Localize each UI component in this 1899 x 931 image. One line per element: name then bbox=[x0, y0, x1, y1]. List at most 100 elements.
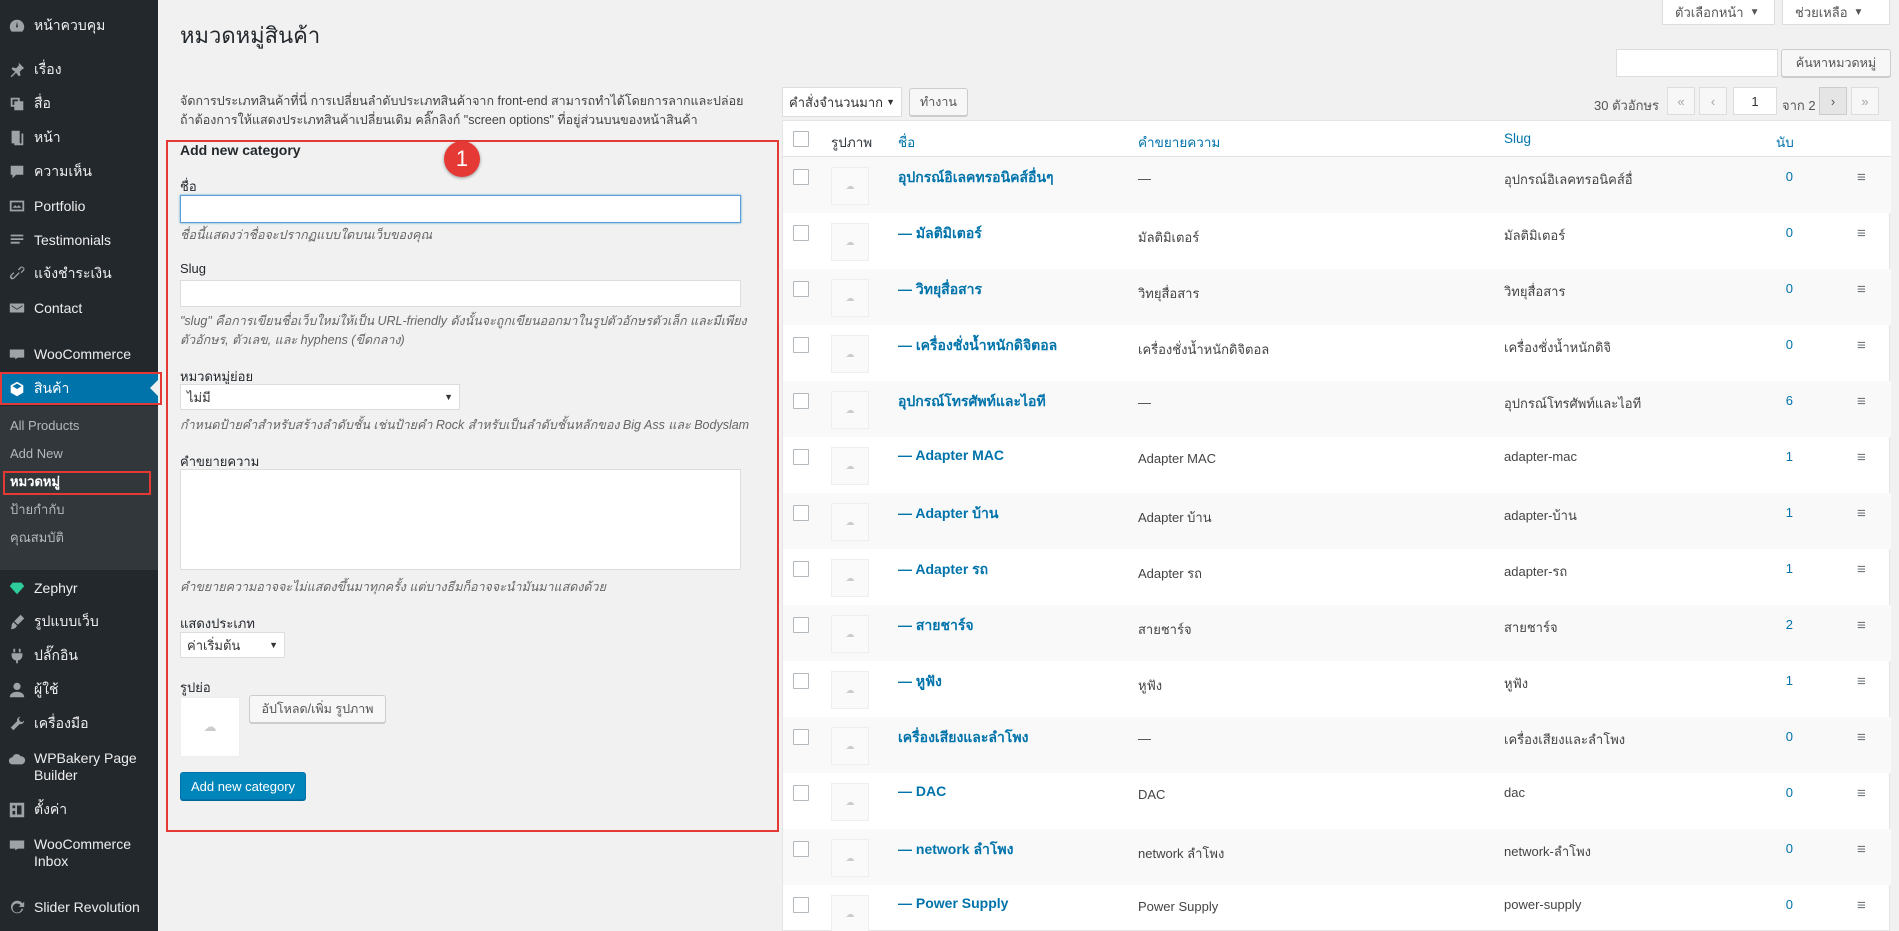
menu-pages[interactable]: หน้า bbox=[0, 123, 158, 153]
column-slug[interactable]: Slug bbox=[1504, 131, 1531, 146]
submenu-tags[interactable]: ป้ายกำกับ bbox=[10, 500, 64, 520]
category-count-link[interactable]: 1 bbox=[1733, 449, 1793, 464]
menu-users[interactable]: ผู้ใช้ bbox=[0, 675, 158, 705]
menu-appearance[interactable]: รูปแบบเว็บ bbox=[0, 607, 158, 637]
apply-button[interactable]: ทำงาน bbox=[909, 88, 968, 116]
description-textarea[interactable] bbox=[180, 469, 741, 570]
menu-plugins[interactable]: ปลั๊กอิน bbox=[0, 641, 158, 671]
category-name-link[interactable]: — DAC bbox=[898, 783, 946, 799]
row-checkbox[interactable] bbox=[793, 169, 809, 185]
row-checkbox[interactable] bbox=[793, 449, 809, 465]
menu-testimonials[interactable]: Testimonials bbox=[0, 225, 158, 255]
name-input[interactable] bbox=[180, 195, 741, 223]
drag-handle-icon[interactable]: ≡ bbox=[1857, 729, 1866, 746]
column-count[interactable]: นับ bbox=[1776, 131, 1794, 153]
screen-options-tab[interactable]: ตัวเลือกหน้า ▼ bbox=[1662, 0, 1775, 25]
drag-handle-icon[interactable]: ≡ bbox=[1857, 673, 1866, 690]
drag-handle-icon[interactable]: ≡ bbox=[1857, 617, 1866, 634]
row-checkbox[interactable] bbox=[793, 897, 809, 913]
category-name-link[interactable]: — Power Supply bbox=[898, 895, 1008, 911]
category-count-link[interactable]: 0 bbox=[1733, 281, 1793, 296]
category-name-link[interactable]: เครื่องเสียงและลำโพง bbox=[898, 727, 1028, 749]
drag-handle-icon[interactable]: ≡ bbox=[1857, 337, 1866, 354]
category-count-link[interactable]: 2 bbox=[1733, 617, 1793, 632]
category-search-input[interactable] bbox=[1616, 49, 1778, 77]
drag-handle-icon[interactable]: ≡ bbox=[1857, 897, 1866, 914]
drag-handle-icon[interactable]: ≡ bbox=[1857, 225, 1866, 242]
search-categories-button[interactable]: ค้นหาหมวดหมู่ bbox=[1781, 49, 1891, 77]
menu-settings[interactable]: ตั้งค่า bbox=[0, 795, 158, 825]
category-count-link[interactable]: 0 bbox=[1733, 729, 1793, 744]
category-count-link[interactable]: 1 bbox=[1733, 673, 1793, 688]
row-checkbox[interactable] bbox=[793, 393, 809, 409]
drag-handle-icon[interactable]: ≡ bbox=[1857, 449, 1866, 466]
drag-handle-icon[interactable]: ≡ bbox=[1857, 785, 1866, 802]
row-checkbox[interactable] bbox=[793, 617, 809, 633]
select-all-checkbox[interactable] bbox=[793, 131, 809, 147]
category-name-link[interactable]: — network ลำโพง bbox=[898, 839, 1013, 861]
menu-woocommerce[interactable]: WooCommerce bbox=[0, 339, 158, 369]
menu-slider-revolution[interactable]: Slider Revolution bbox=[0, 892, 158, 922]
menu-tools[interactable]: เครื่องมือ bbox=[0, 709, 158, 739]
drag-handle-icon[interactable]: ≡ bbox=[1857, 169, 1866, 186]
drag-handle-icon[interactable]: ≡ bbox=[1857, 393, 1866, 410]
add-new-category-button[interactable]: Add new category bbox=[180, 772, 306, 800]
category-name-link[interactable]: อุปกรณ์โทรศัพท์และไอที bbox=[898, 391, 1046, 413]
menu-woocommerce-inbox[interactable]: WooCommerce Inbox bbox=[0, 833, 158, 873]
submenu-categories[interactable]: หมวดหมู่ bbox=[10, 472, 60, 492]
category-count-link[interactable]: 0 bbox=[1733, 337, 1793, 352]
category-count-link[interactable]: 0 bbox=[1733, 225, 1793, 240]
upload-image-button[interactable]: อัปโหลด/เพิ่ม รูปภาพ bbox=[249, 695, 386, 723]
submenu-all-products[interactable]: All Products bbox=[10, 416, 79, 436]
prev-page-button[interactable]: ‹ bbox=[1699, 87, 1727, 115]
category-count-link[interactable]: 0 bbox=[1733, 785, 1793, 800]
category-name-link[interactable]: — มัลติมิเตอร์ bbox=[898, 223, 982, 245]
category-count-link[interactable]: 0 bbox=[1733, 897, 1793, 912]
drag-handle-icon[interactable]: ≡ bbox=[1857, 505, 1866, 522]
submenu-add-new[interactable]: Add New bbox=[10, 444, 63, 464]
slug-input[interactable] bbox=[180, 280, 741, 307]
menu-comments[interactable]: ความเห็น bbox=[0, 157, 158, 187]
menu-posts[interactable]: เรื่อง bbox=[0, 55, 158, 85]
menu-payment[interactable]: แจ้งชำระเงิน bbox=[0, 259, 158, 289]
menu-portfolio[interactable]: Portfolio bbox=[0, 191, 158, 221]
first-page-button[interactable]: « bbox=[1667, 87, 1695, 115]
category-count-link[interactable]: 1 bbox=[1733, 505, 1793, 520]
menu-dashboard[interactable]: หน้าควบคุม bbox=[0, 11, 158, 41]
category-name-link[interactable]: — สายชาร์จ bbox=[898, 615, 974, 637]
row-checkbox[interactable] bbox=[793, 281, 809, 297]
menu-wpbakery[interactable]: WPBakery Page Builder bbox=[0, 747, 158, 787]
column-name[interactable]: ชื่อ bbox=[898, 131, 915, 153]
category-count-link[interactable]: 6 bbox=[1733, 393, 1793, 408]
row-checkbox[interactable] bbox=[793, 561, 809, 577]
menu-zephyr[interactable]: Zephyr bbox=[0, 573, 158, 603]
menu-media[interactable]: สื่อ bbox=[0, 89, 158, 119]
category-name-link[interactable]: — วิทยุสื่อสาร bbox=[898, 279, 982, 301]
menu-products[interactable]: สินค้า bbox=[0, 372, 158, 405]
row-checkbox[interactable] bbox=[793, 337, 809, 353]
row-checkbox[interactable] bbox=[793, 505, 809, 521]
drag-handle-icon[interactable]: ≡ bbox=[1857, 841, 1866, 858]
bulk-actions-select[interactable]: คำสั่งจำนวนมาก ▼ bbox=[782, 87, 902, 117]
drag-handle-icon[interactable]: ≡ bbox=[1857, 281, 1866, 298]
display-type-select[interactable]: ค่าเริ่มต้น ▼ bbox=[180, 632, 285, 658]
row-checkbox[interactable] bbox=[793, 841, 809, 857]
category-name-link[interactable]: — เครื่องชั่งน้ำหนักดิจิตอล bbox=[898, 335, 1057, 357]
current-page-input[interactable]: 1 bbox=[1733, 87, 1777, 115]
help-tab[interactable]: ช่วยเหลือ ▼ bbox=[1782, 0, 1890, 25]
column-description[interactable]: คำขยายความ bbox=[1138, 131, 1220, 153]
category-count-link[interactable]: 1 bbox=[1733, 561, 1793, 576]
row-checkbox[interactable] bbox=[793, 729, 809, 745]
submenu-attributes[interactable]: คุณสมบัติ bbox=[10, 528, 64, 548]
category-name-link[interactable]: — Adapter MAC bbox=[898, 447, 1004, 463]
category-name-link[interactable]: — หูฟัง bbox=[898, 671, 942, 693]
row-checkbox[interactable] bbox=[793, 785, 809, 801]
category-name-link[interactable]: — Adapter บ้าน bbox=[898, 503, 998, 525]
row-checkbox[interactable] bbox=[793, 673, 809, 689]
row-checkbox[interactable] bbox=[793, 225, 809, 241]
category-name-link[interactable]: อุปกรณ์อิเลคทรอนิคส์อื่นๆ bbox=[898, 167, 1054, 189]
menu-contact[interactable]: Contact bbox=[0, 293, 158, 323]
last-page-button[interactable]: » bbox=[1851, 87, 1879, 115]
category-name-link[interactable]: — Adapter รถ bbox=[898, 559, 988, 581]
category-count-link[interactable]: 0 bbox=[1733, 169, 1793, 184]
